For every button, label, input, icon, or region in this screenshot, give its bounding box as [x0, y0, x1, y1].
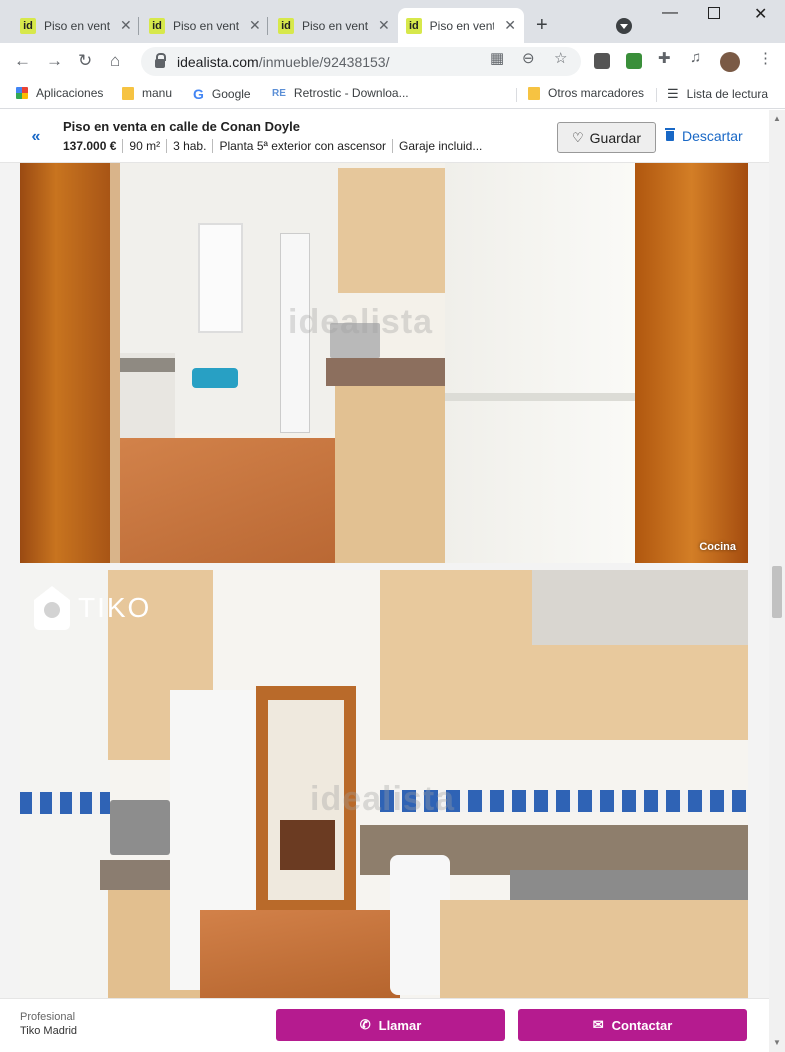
bookmark-star-icon[interactable]: ☆ — [554, 49, 567, 67]
tiko-house-icon — [34, 586, 70, 630]
apps-grid-icon — [16, 87, 28, 99]
reading-list-button[interactable]: ☰ Lista de lectura — [667, 86, 768, 102]
browser-tab[interactable]: id Piso en venta ✕ — [270, 8, 398, 43]
page-viewport: « Piso en venta en calle de Conan Doyle … — [0, 110, 769, 1052]
idealista-favicon-icon: id — [20, 17, 36, 34]
zoom-icon[interactable]: ⊖ — [522, 49, 535, 67]
listing-floor: Planta 5ª exterior con ascensor — [213, 139, 393, 153]
browser-tab[interactable]: id Piso en venta ✕ — [12, 8, 140, 43]
close-tab-icon[interactable]: ✕ — [378, 17, 390, 34]
media-control-icon[interactable]: ♫ — [690, 49, 701, 66]
profile-avatar[interactable] — [720, 52, 740, 72]
bookmark-label: Otros marcadores — [548, 86, 645, 100]
listing-title: Piso en venta en calle de Conan Doyle — [63, 119, 300, 134]
back-double-chevron-icon[interactable]: « — [21, 122, 51, 152]
listing-sticky-header: « Piso en venta en calle de Conan Doyle … — [0, 110, 769, 163]
close-window-icon[interactable]: ✕ — [754, 4, 767, 24]
maximize-icon[interactable] — [708, 7, 720, 19]
photo-caption: Cocina — [699, 541, 736, 553]
agent-name: Tiko Madrid — [20, 1025, 78, 1037]
close-tab-icon[interactable]: ✕ — [504, 17, 516, 34]
listing-price: 137.000 € — [63, 139, 124, 153]
minimize-icon[interactable]: — — [662, 4, 678, 22]
call-label: Llamar — [378, 1017, 422, 1033]
bookmark-retrostic[interactable]: RE Retrostic - Downloa... — [272, 86, 409, 100]
qr-code-icon[interactable]: ▦ — [490, 49, 504, 67]
extension-icon[interactable] — [594, 53, 610, 69]
tab-search-icon[interactable] — [616, 18, 632, 34]
heart-icon: ♡ — [571, 129, 584, 145]
folder-icon — [122, 86, 134, 100]
google-icon: G — [193, 86, 204, 102]
contact-bar: Profesional Tiko Madrid ✆ Llamar ✉ Conta… — [0, 998, 769, 1052]
listing-rooms: 3 hab. — [167, 139, 214, 153]
back-arrow-icon[interactable]: ← — [14, 51, 31, 71]
contact-button[interactable]: ✉ Contactar — [518, 1009, 747, 1041]
forward-arrow-icon[interactable]: → — [46, 51, 63, 71]
tab-title: Piso en venta — [173, 18, 239, 33]
idealista-favicon-icon: id — [406, 17, 422, 34]
trash-icon — [665, 128, 675, 141]
bookmark-label: Retrostic - Downloa... — [293, 86, 409, 100]
lock-icon — [155, 53, 166, 68]
address-bar[interactable]: idealista.com/inmueble/92438153/ — [141, 47, 581, 76]
tab-title: Piso en venta — [429, 18, 495, 33]
agent-type-label: Profesional — [20, 1011, 76, 1023]
discard-label: Descartar — [682, 128, 743, 144]
bookmark-label: Lista de lectura — [686, 87, 769, 101]
idealista-watermark: idealista — [288, 303, 434, 341]
extension-icon[interactable] — [626, 53, 642, 69]
scroll-down-arrow-icon[interactable]: ▼ — [773, 1038, 781, 1047]
tiko-brand-text: TIKO — [78, 592, 152, 623]
bookmark-label: Google — [211, 87, 251, 101]
reload-icon[interactable]: ↻ — [78, 51, 92, 71]
idealista-favicon-icon: id — [278, 17, 294, 34]
phone-icon: ✆ — [359, 1017, 371, 1032]
scrollbar-thumb[interactable] — [772, 566, 782, 618]
folder-icon — [528, 86, 540, 100]
idealista-favicon-icon: id — [149, 17, 165, 34]
bookmark-label: Aplicaciones — [36, 86, 104, 100]
save-button[interactable]: ♡ Guardar — [557, 122, 656, 153]
url-path: /inmueble/92438153/ — [258, 53, 390, 70]
tab-title: Piso en venta — [302, 18, 368, 33]
listing-area: 90 m² — [123, 139, 168, 153]
save-label: Guardar — [589, 129, 641, 146]
home-icon[interactable]: ⌂ — [110, 51, 120, 71]
listing-features: 137.000 € 90 m² 3 hab. Planta 5ª exterio… — [63, 139, 488, 153]
page-scrollbar[interactable]: ▲ ▼ — [769, 110, 785, 1052]
url-domain: idealista.com — [177, 53, 259, 70]
browser-tab[interactable]: id Piso en venta ✕ — [141, 8, 269, 43]
bookmark-folder-manu[interactable]: manu — [122, 86, 172, 100]
listing-photo-kitchen-2[interactable]: TIKO idealista — [20, 570, 748, 1000]
bookmark-google[interactable]: G Google — [193, 86, 251, 102]
bookmark-label: manu — [142, 86, 173, 100]
reading-list-icon: ☰ — [667, 86, 679, 101]
tab-title: Piso en venta — [44, 18, 110, 33]
scroll-up-arrow-icon[interactable]: ▲ — [773, 114, 781, 123]
listing-photo-kitchen[interactable]: idealista Cocina — [20, 163, 748, 563]
bookmarks-bar: Aplicaciones manu G Google RE Retrostic … — [0, 79, 785, 109]
contact-label: Contactar — [611, 1017, 673, 1033]
bookmark-other-folder[interactable]: Otros marcadores — [528, 86, 644, 100]
call-button[interactable]: ✆ Llamar — [276, 1009, 505, 1041]
chat-bubble-icon: ✉ — [592, 1017, 604, 1032]
new-tab-plus-icon[interactable]: + — [536, 14, 548, 37]
menu-kebab-icon[interactable]: ⋮ — [758, 49, 773, 67]
retrostic-icon: RE — [272, 87, 286, 99]
close-tab-icon[interactable]: ✕ — [120, 17, 132, 34]
tiko-logo: TIKO — [32, 584, 151, 632]
discard-button[interactable]: Descartar — [665, 128, 743, 144]
browser-toolbar: ← → ↻ ⌂ idealista.com/inmueble/92438153/… — [0, 43, 785, 79]
idealista-watermark: idealista — [310, 780, 456, 818]
bookmark-apps[interactable]: Aplicaciones — [16, 86, 103, 100]
browser-tab-active[interactable]: id Piso en venta ✕ — [398, 8, 524, 43]
extensions-puzzle-icon[interactable]: ✚ — [658, 49, 671, 67]
browser-tab-strip: id Piso en venta ✕ id Piso en venta ✕ id… — [0, 0, 785, 43]
listing-garage: Garaje incluid... — [398, 139, 483, 153]
close-tab-icon[interactable]: ✕ — [249, 17, 261, 34]
